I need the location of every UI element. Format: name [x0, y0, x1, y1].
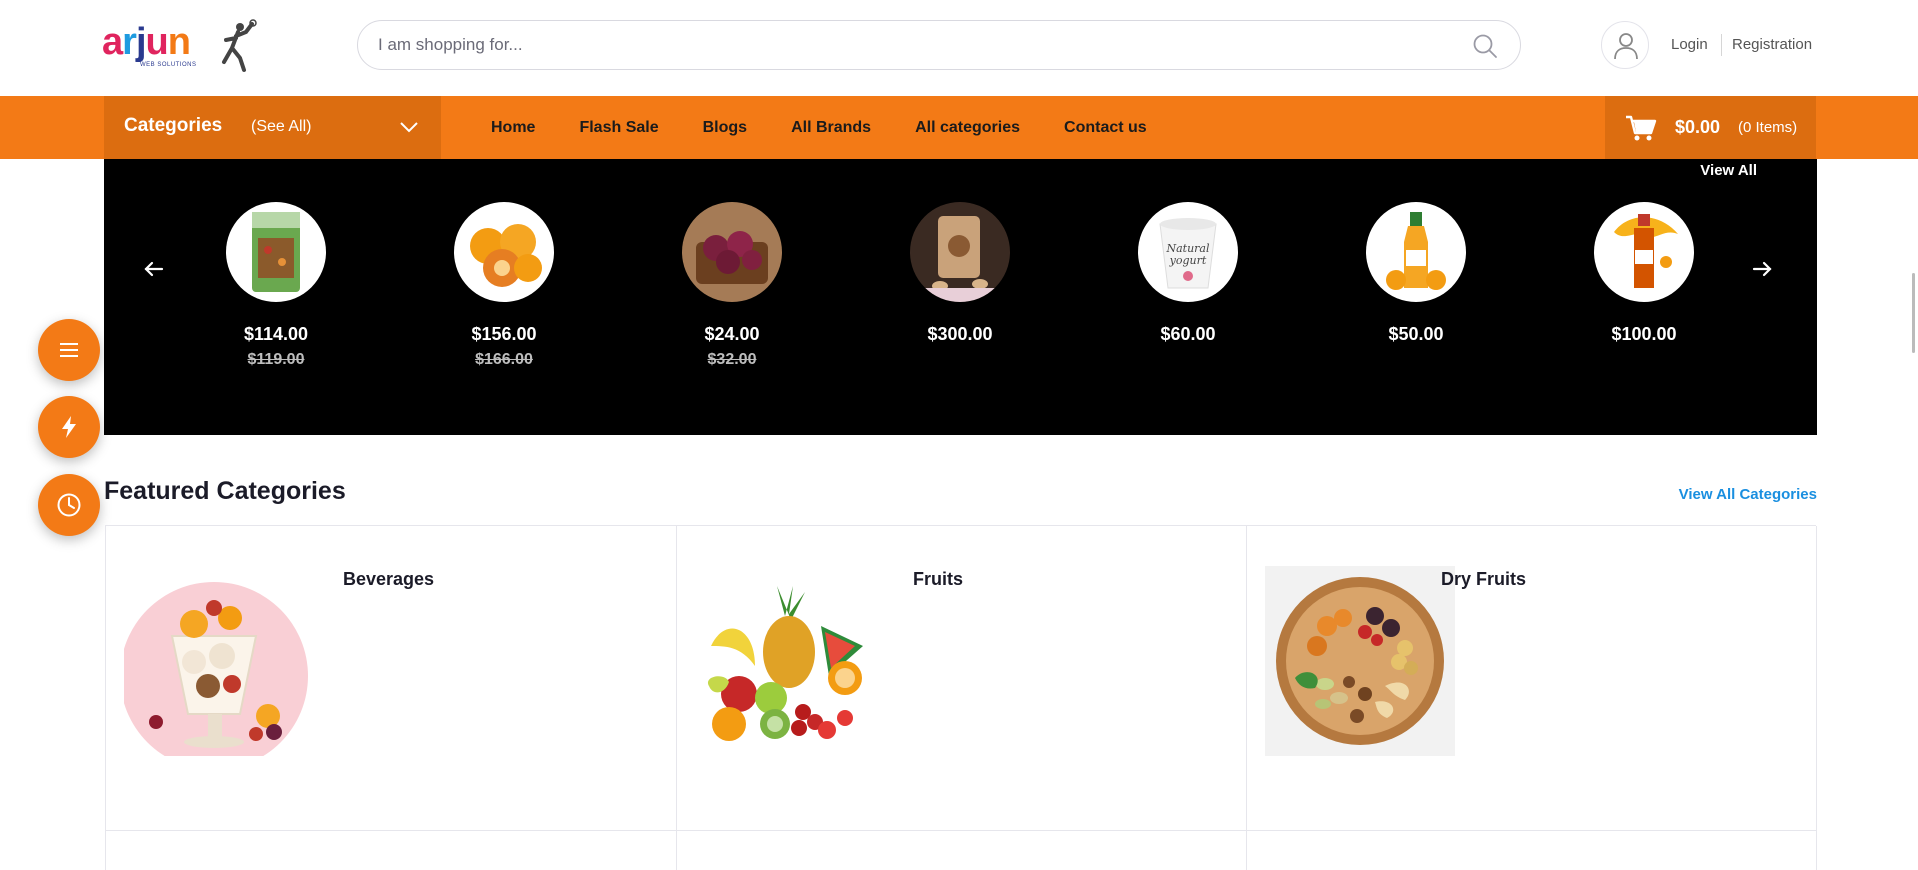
snack-pack-icon — [226, 202, 326, 302]
clock-icon — [57, 493, 81, 517]
login-link[interactable]: Login — [1671, 36, 1708, 53]
view-all-link[interactable]: View All — [1700, 162, 1757, 179]
fruit-bundle-icon — [695, 566, 885, 756]
product-card[interactable]: $300.00 — [900, 202, 1020, 351]
product-price: $50.00 — [1388, 324, 1444, 344]
nav-all-categories[interactable]: All categories — [915, 119, 1020, 137]
product-card[interactable]: $50.00 — [1356, 202, 1476, 351]
runner-icon — [222, 19, 257, 72]
product-price: $24.00 — [704, 324, 760, 344]
product-old-price: $166.00 — [475, 351, 533, 368]
product-price: $60.00 — [1160, 324, 1216, 344]
product-old-price: $119.00 — [247, 351, 305, 368]
oranges-icon — [454, 202, 554, 302]
category-card-fruits[interactable]: Fruits — [677, 526, 1247, 831]
nav-flash-sale[interactable]: Flash Sale — [579, 119, 658, 137]
search-input[interactable] — [378, 21, 1438, 69]
fruit-dessert-icon — [120, 566, 314, 770]
user-icon — [1614, 33, 1638, 60]
category-card-empty — [106, 831, 677, 870]
logo-subtext: WEB SOLUTIONS — [140, 62, 197, 68]
page: arjun WEB SOLUTIONS Login Registrat — [0, 0, 1918, 870]
main-navbar: Categories (See All) Home Flash Sale Blo… — [0, 96, 1918, 159]
category-card-beverages[interactable]: Beverages — [106, 526, 677, 831]
product-old-price: $32.00 — [707, 351, 757, 368]
category-card-empty — [677, 831, 1247, 870]
menu-lines-icon — [60, 343, 78, 357]
cart-amount: $0.00 — [1675, 117, 1721, 137]
product-card[interactable]: $24.00 $32.00 — [672, 202, 792, 369]
product-card[interactable]: $100.00 — [1584, 202, 1704, 351]
product-slider: View All $114.00 $119.00 $156.00 $166.00 — [104, 159, 1817, 435]
arrow-left-icon[interactable] — [140, 255, 168, 283]
cart-item-count: (0 Items) — [1738, 119, 1798, 136]
logo-text: arjun — [102, 21, 191, 63]
nav-links: Home Flash Sale Blogs All Brands All cat… — [491, 96, 1191, 159]
site-header: arjun WEB SOLUTIONS Login Registrat — [0, 0, 1918, 96]
logo[interactable]: arjun WEB SOLUTIONS — [102, 18, 262, 74]
see-all-label: (See All) — [251, 118, 312, 135]
divider — [1721, 34, 1722, 56]
nav-home[interactable]: Home — [491, 119, 535, 137]
mango-drink-bottle-icon — [1594, 202, 1694, 302]
category-card-dry-fruits[interactable]: Dry Fruits — [1247, 526, 1817, 831]
category-name: Dry Fruits — [1441, 569, 1527, 589]
registration-link[interactable]: Registration — [1732, 36, 1812, 53]
product-price: $100.00 — [1611, 324, 1677, 344]
cart-button[interactable]: $0.00 (0 Items) — [1605, 96, 1816, 159]
categories-label: Categories — [124, 115, 223, 136]
search-icon[interactable] — [1472, 33, 1498, 59]
category-name: Beverages — [343, 569, 435, 589]
search-bar — [357, 20, 1521, 70]
chevron-down-icon — [400, 122, 418, 133]
cart-icon — [1626, 115, 1657, 141]
dry-fruit-bowl-icon — [1265, 566, 1455, 756]
nav-contact-us[interactable]: Contact us — [1064, 119, 1147, 137]
natural-yogurt-icon: Natural yogurt — [1138, 202, 1238, 302]
recent-fab-button[interactable] — [38, 474, 100, 536]
product-price: $156.00 — [471, 324, 537, 344]
orange-juice-bottle-icon — [1366, 202, 1466, 302]
nav-blogs[interactable]: Blogs — [703, 119, 747, 137]
menu-fab-button[interactable] — [38, 319, 100, 381]
nav-all-brands[interactable]: All Brands — [791, 119, 871, 137]
page-scrollbar[interactable] — [1912, 273, 1915, 353]
nut-pouch-icon — [910, 202, 1010, 302]
product-price: $300.00 — [927, 324, 993, 344]
red-onions-icon — [682, 202, 782, 302]
featured-categories-title: Featured Categories — [104, 477, 346, 505]
arrow-right-icon[interactable] — [1748, 255, 1776, 283]
category-name: Fruits — [913, 569, 964, 589]
category-card-empty — [1247, 831, 1817, 870]
product-card[interactable]: $156.00 $166.00 — [444, 202, 564, 369]
categories-dropdown[interactable]: Categories (See All) — [104, 96, 441, 159]
flash-fab-button[interactable] — [38, 396, 100, 458]
product-card[interactable]: $114.00 $119.00 — [216, 202, 336, 369]
product-card[interactable]: Natural yogurt $60.00 — [1128, 202, 1248, 351]
category-grid: Beverages Fruits Dry Fruits — [105, 525, 1817, 870]
lightning-icon — [62, 416, 76, 438]
view-all-categories-link[interactable]: View All Categories — [1679, 486, 1817, 503]
svg-text:yogurt: yogurt — [1169, 254, 1207, 267]
user-avatar-button[interactable] — [1601, 21, 1649, 69]
product-price: $114.00 — [243, 324, 309, 344]
